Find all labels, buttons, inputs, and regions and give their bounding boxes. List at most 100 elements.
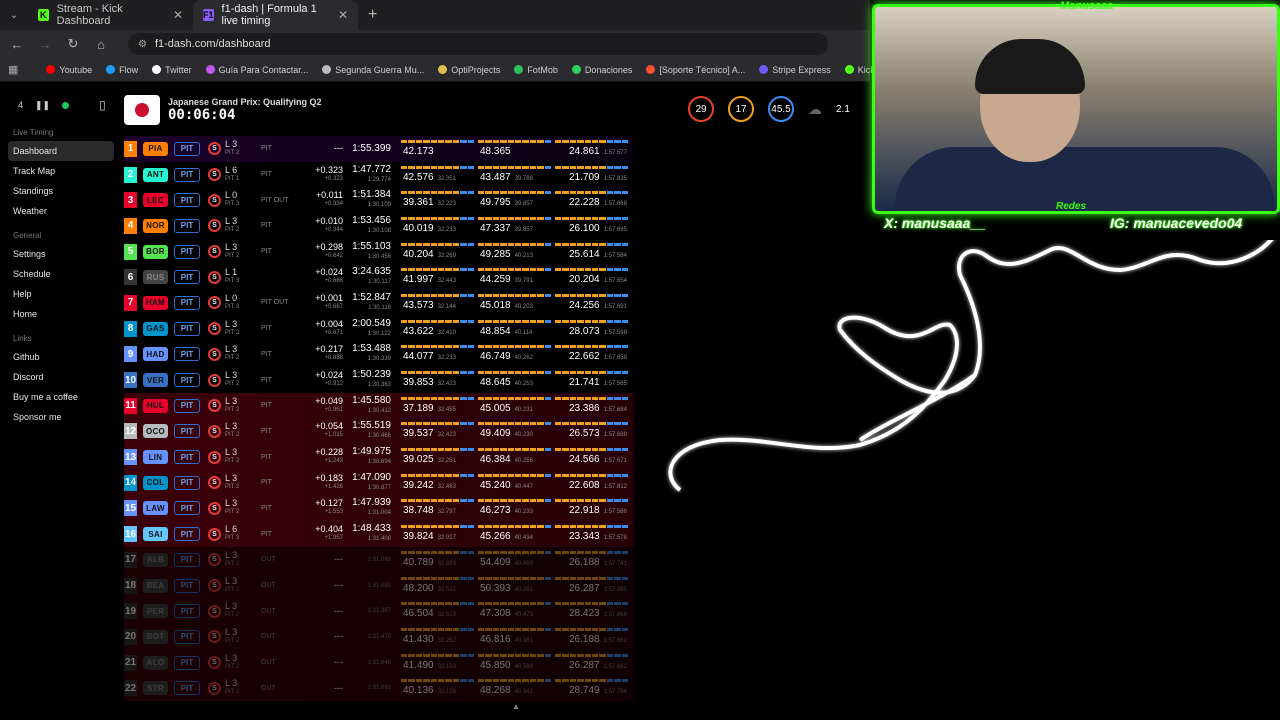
close-tab-icon[interactable]: ✕ [173,8,183,22]
bookmark-favicon-icon [322,65,332,74]
soft-tyre-icon: S [208,450,221,464]
sector-3: 26.573 1:57.688 [555,419,629,443]
tyre-age: L 3 PIT 2 [225,447,240,465]
browser-tab[interactable]: K Stream - Kick Dashboard ✕ [28,0,193,30]
minisector-bars [478,679,552,683]
driver-row[interactable]: 9 HAD PIT S L 3 PIT 2 PIT +0.217 +0.888 1:… [124,342,634,368]
driver-row[interactable]: 16 SAI PIT S L 6 PIT 3 PIT +0.404 +1.957 1… [124,521,634,547]
driver-tag: BOR [143,244,168,259]
last-lap-time: 1:47.772 1:29.774 [352,163,391,183]
sector-3: 22.662 1:57.658 [555,342,629,366]
driver-row[interactable]: 1 PIA PIT S L 3 PIT 2 PIT --- 1:55.399 42… [124,136,634,162]
driver-row[interactable]: 3 LEC PIT S L 0 PIT 3 PIT OUT +0.011 +0.33… [124,187,634,213]
minisector-bars [401,448,475,452]
bookmark-item[interactable]: Flow [106,65,138,75]
driver-row[interactable]: 20 BOT PIT S L 3 PIT 2 OUT --- 1:31.470 4… [124,624,634,650]
new-tab-button[interactable]: + [358,6,387,24]
pit-status: OUT [261,607,276,615]
drs-pit-badge: PIT [174,475,200,490]
driver-row[interactable]: 5 BOR PIT S L 3 PIT 2 PIT +0.298 +0.642 1:… [124,239,634,265]
sidebar-item-weather[interactable]: Weather [0,201,118,221]
apps-icon[interactable]: ▦ [8,63,18,76]
bookmark-item[interactable]: Twitter [152,65,192,75]
sidebar-item-track-map[interactable]: Track Map [0,161,118,181]
bookmark-favicon-icon [152,65,162,74]
sidebar-item-schedule[interactable]: Schedule [0,264,118,284]
drs-pit-badge: PIT [174,347,200,362]
delay-counter[interactable]: 4 [18,100,23,110]
back-icon[interactable]: ← [10,37,24,52]
address-bar[interactable]: ⚙ f1-dash.com/dashboard [128,33,828,55]
weather-gauge: 45.5 [768,96,794,122]
bookmark-item[interactable]: [Soporte Técnico] A... [646,65,745,75]
sidebar-item-discord[interactable]: Discord [0,367,118,387]
scroll-handle-icon[interactable]: ▲ [512,702,520,711]
driver-row[interactable]: 11 HUL PIT S L 3 PIT 2 PIT +0.049 +0.961 1… [124,392,634,419]
sidebar-item-github[interactable]: Github [0,347,118,367]
minisector-bars [555,268,629,272]
driver-row[interactable]: 6 RUS PIT S L 1 PIT 3 +0.024 +0.666 3:24.6… [124,264,634,290]
minisector-bars [401,653,475,657]
sidebar-item-sponsor-me[interactable]: Sponsor me [0,407,118,427]
minisector-bars [401,627,475,631]
sidebar-section-title: General [13,231,42,240]
tab-title: f1-dash | Formula 1 live timing [221,3,317,27]
bookmark-item[interactable]: Youtube [46,65,92,75]
sidebar-item-home[interactable]: Home [0,304,118,324]
bookmark-item[interactable]: FotMob [514,65,558,75]
driver-row[interactable]: 19 PER PIT S L 3 PIT 2 OUT --- 1:31.387 4… [124,598,634,625]
minisector-bars [555,242,629,246]
site-info-icon[interactable]: ⚙ [138,39,147,50]
driver-row[interactable]: 2 ANT PIT S L 6 PIT 1 PIT +0.323 +0.323 1:… [124,162,634,188]
tab-search-icon[interactable]: ⌄ [0,10,28,21]
sector-3: 24.256 1:57.691 [555,291,629,315]
driver-row[interactable]: 8 GAS PIT S L 3 PIT 2 PIT +0.004 +0.671 2:… [124,316,634,342]
sidebar-item-buy-me-a-coffee[interactable]: Buy me a coffee [0,387,118,407]
driver-row[interactable]: 15 LAW PIT S L 3 PIT 2 PIT +0.127 +1.553 1… [124,495,634,522]
minisector-bars [401,499,475,503]
sidebar-item-dashboard[interactable]: Dashboard [8,141,114,161]
minisector-bars [401,319,475,323]
home-icon[interactable]: ⌂ [94,37,108,52]
minisector-bars [555,448,629,452]
bookmark-item[interactable]: Guía Para Contactar... [205,65,308,75]
tyre-age: L 3 PIT 2 [225,626,240,644]
minisector-bars [478,396,552,400]
pit-status: PIT [261,530,272,538]
gap-to-ahead: +0.323 +0.323 [315,164,343,182]
soft-tyre-icon: S [208,604,221,618]
bookmark-item[interactable]: OptiProjects [438,65,500,75]
browser-tab[interactable]: F1 f1-dash | Formula 1 live timing ✕ [193,0,358,30]
forward-icon[interactable]: → [38,37,52,52]
driver-row[interactable]: 21 ALO PIT S L 3 PIT 2 OUT --- 1:31.646 4… [124,649,634,676]
driver-row[interactable]: 22 STR PIT S L 3 PIT 2 OUT --- 1:31.861 4… [124,675,634,702]
driver-row[interactable]: 17 ALB PIT S L 3 PIT 2 OUT --- 1:31.088 4… [124,547,634,573]
sidebar-toggle-icon[interactable]: ▯ [99,98,106,112]
bookmark-item[interactable]: Stripe Express [759,65,831,75]
tyre-age: L 3 PIT 2 [225,215,240,233]
driver-row[interactable]: 14 COL PIT S L 3 PIT 2 PIT +0.183 +1.426 1… [124,469,634,496]
pause-icon[interactable]: ❚❚ [35,100,50,111]
minisector-bars [478,293,552,297]
driver-row[interactable]: 18 BEA PIT S L 3 PIT 2 OUT --- 1:31.090 4… [124,572,634,599]
minisector-bars [555,653,629,657]
wind-speed: 2.1 [836,103,850,115]
sector-2: 46.384 40.256 [478,445,552,469]
sidebar-item-help[interactable]: Help [0,284,118,304]
sector-2: 48.365 [478,137,552,161]
driver-row[interactable]: 13 LIN PIT S L 3 PIT 2 PIT +0.228 +1.243 1… [124,444,634,470]
driver-row[interactable]: 4 NOR PIT S L 3 PIT 2 PIT +0.010 +0.344 1:… [124,213,634,239]
driver-row[interactable]: 10 VER PIT S L 3 PIT 2 PIT +0.024 +0.912 1… [124,367,634,393]
driver-row[interactable]: 7 HAM PIT S L 0 PIT 3 PIT OUT +0.001 +0.66… [124,290,634,316]
reload-icon[interactable]: ↻ [66,36,80,52]
tyre-age: L 3 PIT 2 [225,498,240,516]
close-tab-icon[interactable]: ✕ [338,8,348,22]
sidebar-item-standings[interactable]: Standings [0,181,118,201]
bookmark-item[interactable]: Donaciones [571,65,632,75]
driver-row[interactable]: 12 OCO PIT S L 3 PIT 2 PIT +0.054 +1.015 1… [124,418,634,445]
sidebar-item-settings[interactable]: Settings [0,244,118,264]
bookmark-item[interactable]: Segunda Guerra Mu... [322,65,424,75]
position-number: 22 [124,680,137,697]
soft-tyre-icon: S [208,527,221,541]
gap-to-ahead: +0.127 +1.553 [315,498,343,516]
